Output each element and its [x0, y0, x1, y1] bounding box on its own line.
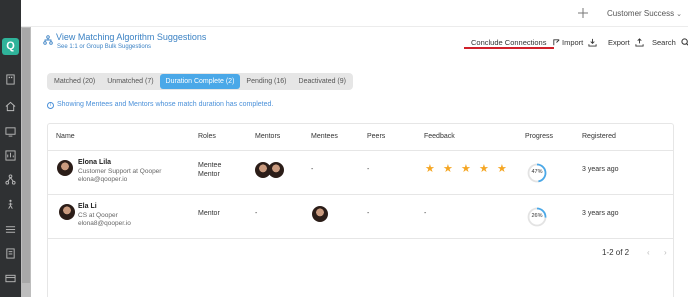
conclude-highlight-underline	[464, 47, 554, 49]
building-icon[interactable]	[5, 74, 16, 85]
download-icon	[588, 38, 597, 47]
document-icon[interactable]	[5, 248, 16, 259]
conclude-connections-label: Conclude Connections	[471, 38, 547, 47]
app-logo[interactable]: Q	[2, 38, 19, 55]
hierarchy-icon	[43, 32, 53, 45]
chart-icon[interactable]	[5, 150, 16, 161]
connections-icon	[552, 39, 560, 46]
export-button[interactable]: Export	[608, 38, 644, 47]
sidebar-scrollbar[interactable]	[21, 26, 31, 297]
chevron-down-icon: ⌄	[676, 11, 683, 18]
column-header-progress[interactable]: Progress	[525, 133, 553, 140]
person-walk-icon[interactable]	[5, 199, 16, 210]
next-page-button[interactable]: ›	[664, 248, 667, 257]
column-header-peers[interactable]: Peers	[367, 133, 385, 140]
tab-unmatched[interactable]: Unmatched (7)	[101, 74, 159, 89]
user-name[interactable]: Ela Li	[78, 203, 97, 210]
side-nav: Q	[0, 0, 21, 297]
mentor-avatar[interactable]	[268, 162, 284, 178]
import-label: Import	[562, 38, 584, 47]
import-button[interactable]: Import	[562, 38, 597, 47]
star-icon: ★	[425, 163, 435, 175]
network-icon[interactable]	[5, 174, 16, 185]
tab-matched[interactable]: Matched (20)	[48, 74, 101, 89]
registered-value: 3 years ago	[582, 166, 619, 173]
table-row[interactable]: Elona Lila Customer Support at Qooper el…	[48, 151, 673, 195]
info-icon: i	[47, 102, 54, 109]
info-message: i Showing Mentees and Mentors whose match…	[47, 101, 273, 109]
column-header-feedback[interactable]: Feedback	[424, 133, 455, 140]
column-header-mentors[interactable]: Mentors	[255, 133, 280, 140]
monitor-icon[interactable]	[5, 126, 16, 137]
star-icon: ★	[443, 163, 453, 175]
registered-value: 3 years ago	[582, 210, 619, 217]
workspace-menu[interactable]: Customer Success ⌄	[607, 9, 682, 18]
user-email: elona@qooper.io	[78, 176, 128, 183]
card-icon[interactable]	[5, 273, 16, 284]
search-label: Search	[652, 38, 676, 47]
page-title[interactable]: View Matching Algorithm Suggestions	[56, 32, 206, 42]
mentors-value: -	[255, 210, 258, 217]
avatar[interactable]	[57, 160, 73, 176]
main-card: Matched (20) Unmatched (7) Duration Comp…	[31, 67, 688, 297]
progress-ring: 47%	[527, 163, 547, 183]
peers-value: -	[367, 166, 370, 173]
page-header: View Matching Algorithm Suggestions See …	[31, 27, 688, 67]
peers-value: -	[367, 210, 370, 217]
role-label: Mentor	[198, 210, 220, 217]
progress-value: 47%	[531, 169, 543, 175]
search-icon	[681, 38, 688, 46]
progress-value: 26%	[531, 213, 543, 219]
workspace-label: Customer Success	[607, 9, 675, 18]
user-email: elona8@qooper.io	[78, 220, 131, 227]
column-header-registered[interactable]: Registered	[582, 133, 616, 140]
role-label: Mentor	[198, 171, 220, 178]
pagination-range: 1-2 of 2	[602, 248, 630, 257]
table-row[interactable]: Ela Li CS at Qooper elona8@qooper.io Men…	[48, 195, 673, 239]
role-label: Mentee	[198, 162, 222, 169]
export-label: Export	[608, 38, 630, 47]
column-header-roles[interactable]: Roles	[198, 133, 216, 140]
tab-pending[interactable]: Pending (16)	[240, 74, 292, 89]
star-icon: ★	[479, 163, 489, 175]
avatar[interactable]	[59, 204, 75, 220]
user-name[interactable]: Elona Lila	[78, 159, 111, 166]
status-tabs: Matched (20) Unmatched (7) Duration Comp…	[47, 73, 353, 90]
upload-icon	[635, 38, 644, 47]
top-bar: Customer Success ⌄	[21, 0, 688, 27]
search-button[interactable]: Search	[652, 38, 688, 47]
star-icon: ★	[497, 163, 507, 175]
conclude-connections-button[interactable]: Conclude Connections	[471, 38, 561, 47]
scrollbar-thumb[interactable]	[22, 28, 30, 283]
user-title: CS at Qooper	[78, 212, 118, 219]
column-header-mentees[interactable]: Mentees	[311, 133, 338, 140]
progress-ring: 26%	[527, 207, 547, 227]
info-text: Showing Mentees and Mentors whose match …	[57, 101, 274, 108]
user-title: Customer Support at Qooper	[78, 168, 162, 175]
tab-deactivated[interactable]: Deactivated (9)	[293, 74, 352, 89]
home-icon[interactable]	[5, 101, 16, 112]
column-header-name[interactable]: Name	[56, 133, 75, 140]
users-table: Name Roles Mentors Mentees Peers Feedbac…	[47, 123, 674, 297]
mentee-avatar[interactable]	[312, 206, 328, 222]
prev-page-button[interactable]: ‹	[647, 248, 650, 257]
star-icon: ★	[461, 163, 471, 175]
tab-duration-complete[interactable]: Duration Complete (2)	[159, 74, 241, 89]
plus-icon[interactable]	[577, 6, 591, 20]
mentees-value: -	[311, 166, 314, 173]
page-subtitle-link[interactable]: See 1:1 or Group Bulk Suggestions	[57, 44, 151, 50]
list-icon[interactable]	[5, 224, 16, 235]
feedback-value: -	[424, 210, 427, 217]
